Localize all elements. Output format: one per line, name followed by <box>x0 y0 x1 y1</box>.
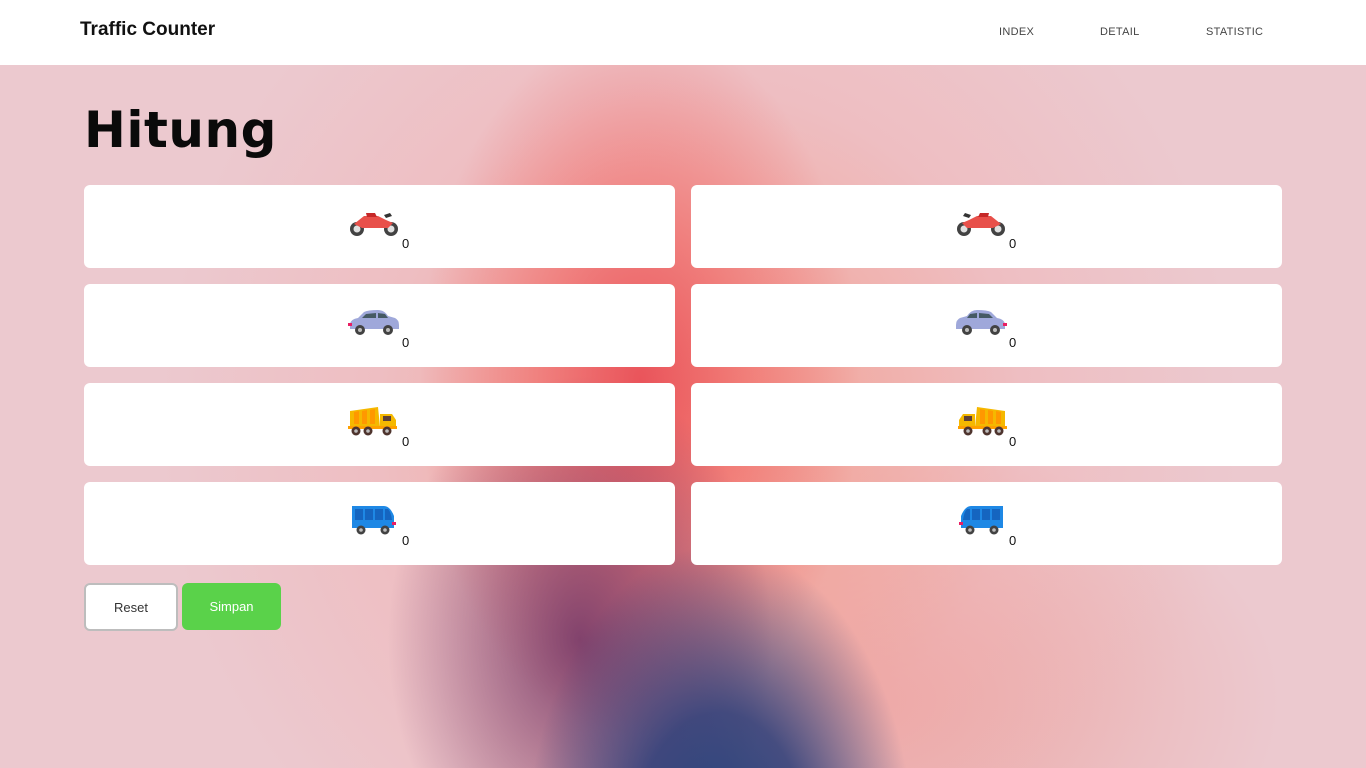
vehicle-count: 0 <box>1009 533 1017 548</box>
counter-card-truck-right[interactable]: 0 <box>691 383 1282 466</box>
counter-card-car-left[interactable]: 0 <box>84 284 675 367</box>
vehicle-count: 0 <box>402 533 410 548</box>
counter-card-bus-right[interactable]: 0 <box>691 482 1282 565</box>
navbar: Traffic Counter INDEX DETAIL STATISTIC <box>0 0 1366 65</box>
counter-card-car-right[interactable]: 0 <box>691 284 1282 367</box>
nav-link-index[interactable]: INDEX <box>999 26 1034 38</box>
brand-title[interactable]: Traffic Counter <box>80 19 215 41</box>
dump-truck-icon <box>348 407 397 436</box>
counter-card-bus-left[interactable]: 0 <box>84 482 675 565</box>
counter-card-truck-left[interactable]: 0 <box>84 383 675 466</box>
bus-icon <box>352 506 396 535</box>
save-button[interactable]: Simpan <box>182 583 281 630</box>
motorcycle-icon <box>350 213 398 236</box>
nav-link-statistic[interactable]: STATISTIC <box>1206 26 1263 38</box>
dump-truck-icon <box>958 407 1007 436</box>
counter-card-motorcycle-right[interactable]: 0 <box>691 185 1282 268</box>
page-title: Hitung <box>84 101 277 159</box>
motorcycle-icon <box>957 213 1005 236</box>
bus-icon <box>959 506 1003 535</box>
reset-button[interactable]: Reset <box>84 583 178 631</box>
vehicle-count: 0 <box>1009 335 1017 350</box>
main-content: Hitung 0 0 0 0 0 0 0 0 Reset Simpan <box>0 65 1366 768</box>
vehicle-count: 0 <box>402 434 410 449</box>
car-icon <box>348 310 399 335</box>
vehicle-count: 0 <box>402 236 410 251</box>
car-icon <box>956 310 1007 335</box>
vehicle-count: 0 <box>402 335 410 350</box>
vehicle-count: 0 <box>1009 236 1017 251</box>
nav-link-detail[interactable]: DETAIL <box>1100 26 1140 38</box>
vehicle-count: 0 <box>1009 434 1017 449</box>
counter-card-motorcycle-left[interactable]: 0 <box>84 185 675 268</box>
